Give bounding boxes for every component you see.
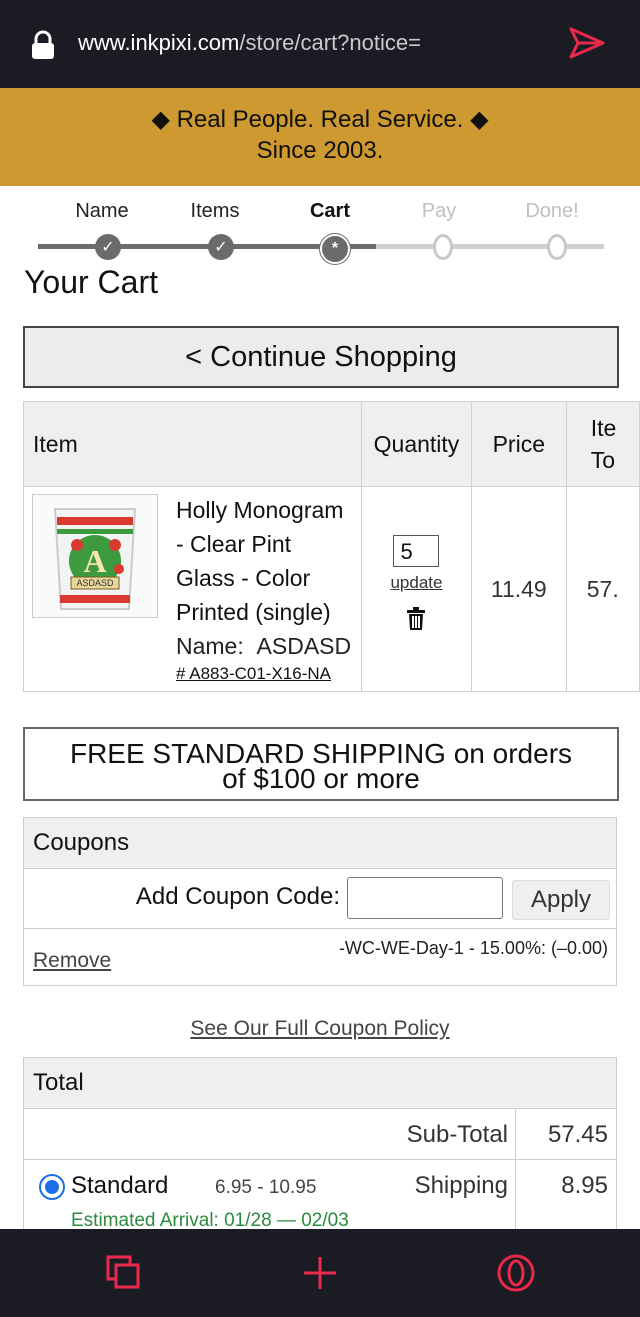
- add-coupon-label: Add Coupon Code:: [135, 883, 340, 910]
- item-description-cell: Holly Monogram - Clear Pint Glass - Colo…: [166, 486, 363, 692]
- coupons-header: Coupons: [24, 818, 616, 869]
- plus-icon[interactable]: [302, 1255, 338, 1291]
- send-icon[interactable]: [568, 26, 606, 60]
- item-sku-link[interactable]: # A883-C01-X16-NA: [176, 663, 351, 685]
- shipping-notice-line2: of $100 or more: [222, 763, 420, 794]
- thumb-letter: A: [83, 543, 106, 579]
- col-total-header: Ite To: [565, 401, 640, 487]
- quantity-input[interactable]: 5: [393, 535, 440, 567]
- totals-header: Total: [24, 1058, 616, 1109]
- subtotal-value: 57.45: [547, 1121, 608, 1148]
- tabs-icon[interactable]: [106, 1255, 140, 1289]
- shipping-option-label[interactable]: Standard: [71, 1172, 168, 1200]
- product-image[interactable]: A ASDASD: [32, 494, 158, 618]
- coupon-entry-row: Add Coupon Code: Apply: [24, 869, 616, 929]
- totals-panel: Total Sub-Total 57.45 Standard 6.95 - 10…: [23, 1057, 617, 1309]
- col-item-header: Item: [22, 401, 363, 487]
- step-cart-current-icon: *: [320, 234, 350, 264]
- opera-menu-icon[interactable]: [496, 1253, 536, 1293]
- browser-bottom-bar: [0, 1229, 640, 1317]
- applied-coupon-row: -WC-WE-Day-1 - 15.00%: (–0.00) Remove: [24, 929, 616, 986]
- cart-table: Item Quantity Price Ite To A ASDASD Holl…: [22, 401, 640, 692]
- step-pay-label: Pay: [421, 200, 457, 222]
- item-thumbnail-cell: A ASDASD: [23, 486, 166, 692]
- shipping-value: 8.95: [561, 1172, 608, 1199]
- lock-icon: [32, 30, 54, 59]
- page-title: Your Cart: [24, 264, 158, 300]
- step-done-label: Done!: [525, 200, 579, 222]
- col-total-header-line2: To: [590, 447, 616, 473]
- trash-icon[interactable]: [362, 607, 471, 637]
- step-pay-circle-icon: [433, 234, 453, 260]
- banner-line-1: ◆ Real People. Real Service. ◆: [151, 106, 489, 133]
- step-name-label: Name: [75, 200, 129, 222]
- progress-track-todo: [376, 244, 604, 249]
- banner-line-2: Since 2003.: [256, 137, 384, 164]
- coupon-policy-link[interactable]: See Our Full Coupon Policy: [0, 1017, 640, 1041]
- col-price-header: Price: [470, 401, 567, 487]
- price-cell: 11.49: [470, 486, 567, 692]
- remove-coupon-link[interactable]: Remove: [33, 949, 111, 973]
- step-name-check-icon: ✓: [95, 234, 121, 260]
- glass-image-icon: A ASDASD: [53, 508, 137, 610]
- item-desc-line2: - Clear Pint: [176, 531, 292, 557]
- thumb-text: ASDASD: [76, 578, 114, 588]
- quantity-cell: 5 update: [361, 486, 472, 692]
- url-path: /store/cart?notice=: [239, 30, 421, 55]
- coupon-code-input[interactable]: [347, 877, 503, 919]
- item-name-label: Name:: [176, 633, 244, 659]
- item-desc-line1: Holly Monogram: [176, 497, 344, 523]
- subtotal-label: Sub-Total: [406, 1121, 508, 1148]
- subtotal-row: Sub-Total 57.45: [24, 1109, 616, 1309]
- shipping-price-range: 6.95 - 10.95: [215, 1177, 317, 1198]
- checkout-progress: Name Items Cart Pay Done! ✓ ✓ *: [0, 186, 640, 266]
- free-shipping-notice: FREE STANDARD SHIPPING on orders of $100…: [23, 727, 619, 801]
- item-desc-line3: Glass - Color: [176, 565, 311, 591]
- item-name-line: Name: ASDASD: [176, 629, 351, 663]
- service-banner: ◆ Real People. Real Service. ◆ Since 200…: [0, 88, 640, 186]
- applied-coupon-text: -WC-WE-Day-1 - 15.00%: (–0.00): [338, 938, 608, 958]
- standard-shipping-radio[interactable]: [39, 1174, 65, 1200]
- item-desc-line4: Printed (single): [176, 599, 331, 625]
- url-text[interactable]: www.inkpixi.com/store/cart?notice=: [78, 30, 421, 56]
- coupons-panel: Coupons Add Coupon Code: Apply -WC-WE-Da…: [23, 817, 617, 986]
- step-cart-label: Cart: [309, 200, 351, 222]
- col-total-header-line1: Ite: [590, 415, 617, 441]
- item-total-cell: 57.: [565, 486, 640, 692]
- table-row: A ASDASD Holly Monogram - Clear Pint Gla…: [23, 486, 640, 692]
- col-quantity-header: Quantity: [361, 401, 472, 487]
- shipping-label: Shipping: [414, 1172, 508, 1199]
- continue-shopping-button[interactable]: < Continue Shopping: [23, 326, 619, 388]
- browser-address-bar[interactable]: www.inkpixi.com/store/cart?notice=: [0, 0, 640, 88]
- item-name-value: ASDASD: [256, 633, 352, 659]
- cart-header-row: Item Quantity Price Ite To: [22, 401, 640, 487]
- update-link[interactable]: update: [362, 573, 471, 593]
- step-items-check-icon: ✓: [208, 234, 234, 260]
- step-items-label: Items: [190, 200, 240, 222]
- apply-button[interactable]: Apply: [512, 880, 610, 920]
- url-domain: www.inkpixi.com: [78, 30, 240, 55]
- step-done-circle-icon: [547, 234, 567, 260]
